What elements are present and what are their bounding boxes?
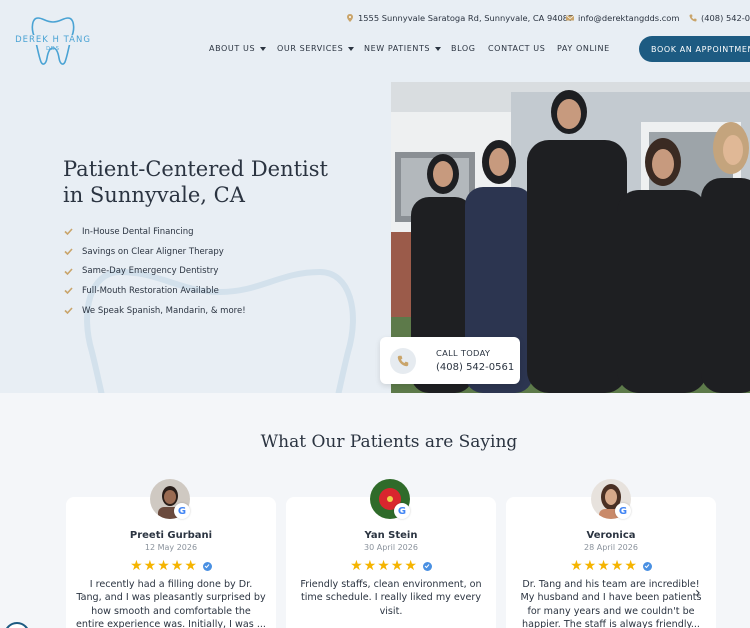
nav-label: BLOG — [451, 44, 476, 53]
call-label: CALL TODAY — [436, 348, 491, 358]
nav-new-patients[interactable]: NEW PATIENTS — [364, 44, 442, 53]
nav-label: OUR SERVICES — [277, 44, 344, 53]
star-icon: ★ — [363, 558, 377, 574]
list-item: Full-Mouth Restoration Available — [63, 281, 246, 301]
star-icon: ★ — [143, 558, 157, 574]
star-rating: ★ ★ ★ ★ ★ — [286, 558, 496, 574]
feature-list: In-House Dental Financing Savings on Cle… — [63, 222, 246, 320]
feature-text: Same-Day Emergency Dentistry — [82, 266, 219, 277]
star-rating: ★ ★ ★ ★ ★ — [66, 558, 276, 574]
nav-blog[interactable]: BLOG — [451, 44, 476, 53]
list-item: We Speak Spanish, Mandarin, & more! — [63, 301, 246, 321]
phone-icon — [689, 14, 697, 22]
google-icon: G — [394, 503, 410, 519]
check-icon — [64, 307, 73, 315]
review-text: Friendly staffs, clean environment, on t… — [300, 579, 482, 617]
hero-section: Patient-Centered Dentist in Sunnyvale, C… — [0, 82, 750, 393]
accessibility-icon[interactable] — [4, 622, 30, 628]
star-icon: ★ — [610, 558, 624, 574]
google-icon: G — [174, 503, 190, 519]
address-text: 1555 Sunnyvale Saratoga Rd, Sunnyvale, C… — [358, 13, 574, 23]
star-icon: ★ — [404, 558, 417, 574]
star-icon: ★ — [570, 558, 583, 574]
star-icon: ★ — [157, 558, 170, 574]
nav-our-services[interactable]: OUR SERVICES — [277, 44, 355, 53]
review-text: Dr. Tang and his team are incredible! My… — [520, 579, 702, 628]
review-date: 30 April 2026 — [364, 543, 418, 552]
star-icon: ★ — [130, 558, 143, 574]
list-item: Same-Day Emergency Dentistry — [63, 261, 246, 281]
nav-contact-us[interactable]: CONTACT US — [488, 44, 545, 53]
feature-text: Savings on Clear Aligner Therapy — [82, 246, 224, 257]
email-link[interactable]: info@derektangdds.com — [566, 13, 679, 23]
logo[interactable]: DEREK H TANG DDS — [14, 14, 92, 70]
verified-icon — [642, 561, 652, 571]
nav-label: NEW PATIENTS — [364, 44, 431, 53]
check-icon — [64, 268, 73, 275]
chevron-down-icon — [260, 46, 267, 51]
phone-link[interactable]: (408) 542-0561 — [689, 13, 750, 23]
chevron-down-icon — [348, 46, 355, 51]
testimonials-title: What Our Patients are Saying — [260, 432, 518, 452]
verified-icon — [422, 561, 432, 571]
star-icon: ★ — [597, 558, 610, 574]
logo-suffix: DDS — [46, 46, 60, 52]
reviewer-name: Veronica — [586, 530, 636, 541]
reviewer-name: Preeti Gurbani — [129, 530, 213, 541]
review-date: 28 April 2026 — [584, 543, 638, 552]
address-link[interactable]: 1555 Sunnyvale Saratoga Rd, Sunnyvale, C… — [346, 13, 573, 23]
email-text: info@derektangdds.com — [578, 13, 680, 23]
star-icon: ★ — [624, 558, 637, 574]
list-item: Savings on Clear Aligner Therapy — [63, 242, 246, 262]
nav-label: CONTACT US — [488, 44, 546, 53]
hero-title-line2: in Sunnyvale, CA — [63, 183, 245, 207]
site-header: DEREK H TANG DDS 1555 Sunnyvale Saratoga… — [0, 0, 750, 82]
star-icon: ★ — [390, 558, 404, 574]
check-icon — [64, 287, 73, 295]
nav-label: PAY ONLINE — [557, 44, 610, 53]
star-icon: ★ — [184, 558, 197, 574]
feature-text: In-House Dental Financing — [82, 226, 194, 237]
carousel-next-icon[interactable]: › — [695, 585, 701, 601]
book-appointment-button[interactable]: BOOK AN APPOINTMENT — [639, 36, 750, 62]
nav-label: ABOUT US — [209, 44, 256, 53]
review-text: I recently had a filling done by Dr. Tan… — [76, 579, 266, 628]
review-date: 12 May 2026 — [144, 543, 198, 552]
list-item: In-House Dental Financing — [63, 222, 246, 242]
call-today-card[interactable]: CALL TODAY (408) 542-0561 — [380, 337, 520, 384]
nav-about-us[interactable]: ABOUT US — [209, 44, 267, 53]
star-icon: ★ — [170, 558, 184, 574]
call-number[interactable]: (408) 542-0561 — [436, 362, 514, 373]
phone-icon — [390, 348, 416, 374]
check-icon — [64, 228, 73, 236]
hero-title: Patient-Centered Dentist in Sunnyvale, C… — [63, 156, 363, 208]
check-icon — [64, 248, 73, 256]
feature-text: Full-Mouth Restoration Available — [82, 285, 219, 296]
location-pin-icon — [347, 14, 353, 22]
feature-text: We Speak Spanish, Mandarin, & more! — [82, 305, 246, 316]
phone-text: (408) 542-0561 — [701, 13, 750, 23]
google-icon: G — [615, 503, 631, 519]
verified-icon — [202, 561, 212, 571]
logo-name: DEREK H TANG — [14, 35, 92, 45]
reviewer-name: Yan Stein — [364, 530, 418, 541]
nav-pay-online[interactable]: PAY ONLINE — [557, 44, 610, 53]
envelope-icon — [566, 15, 574, 21]
hero-title-line1: Patient-Centered Dentist — [63, 157, 328, 181]
star-icon: ★ — [350, 558, 363, 574]
star-icon: ★ — [583, 558, 597, 574]
star-rating: ★ ★ ★ ★ ★ — [506, 558, 716, 574]
chevron-down-icon — [435, 46, 442, 51]
star-icon: ★ — [377, 558, 390, 574]
